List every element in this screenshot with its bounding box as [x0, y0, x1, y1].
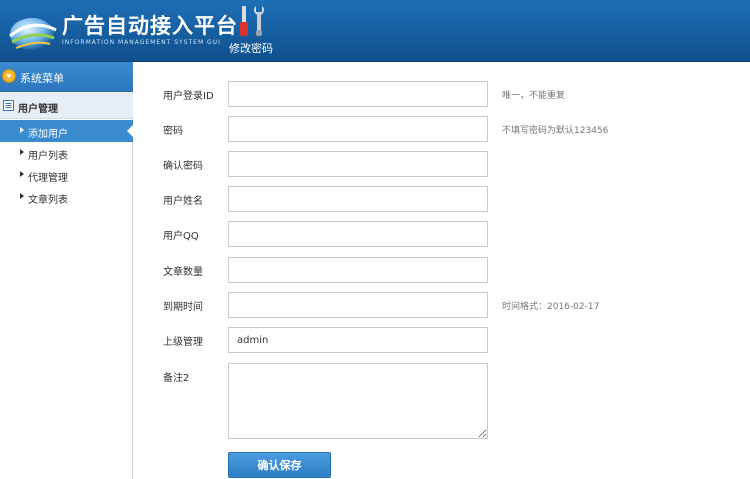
form-row-password: 密码 不填写密码为默认123456: [163, 116, 723, 142]
article-count-input[interactable]: [228, 257, 488, 283]
app-window: 广告自动接入平台 INFORMATION MANAGEMENT SYSTEM G…: [0, 0, 750, 479]
confirm-save-button[interactable]: 确认保存: [228, 452, 331, 478]
chevron-down-icon: [2, 69, 16, 83]
change-password-button[interactable]: 修改密码: [228, 4, 274, 55]
expiry-date-input[interactable]: [228, 292, 488, 318]
parent-admin-label: 上级管理: [163, 337, 203, 348]
sidebar-item-user-list[interactable]: 用户列表: [0, 142, 133, 164]
password-input[interactable]: [228, 116, 488, 142]
caret-right-icon: [20, 127, 24, 133]
remarks-textarea[interactable]: [228, 363, 488, 439]
sidebar-item-label: 代理管理: [28, 173, 68, 184]
login-id-label: 用户登录ID: [163, 91, 214, 102]
form-row-login-id: 用户登录ID 唯一，不能重复: [163, 81, 723, 107]
parent-admin-input[interactable]: [228, 327, 488, 353]
remarks-label: 备注2: [163, 373, 190, 384]
form-row-user-name: 用户姓名: [163, 186, 723, 212]
tools-icon: [240, 6, 264, 36]
form-row-expiry-date: 到期时间 时间格式：2016-02-17: [163, 292, 723, 318]
form-row-parent-admin: 上级管理: [163, 327, 723, 353]
caret-right-icon: [20, 171, 24, 177]
user-name-input[interactable]: [228, 186, 488, 212]
caret-right-icon: [20, 149, 24, 155]
sidebar-item-label: 用户列表: [28, 151, 68, 162]
form-row-user-qq: 用户QQ: [163, 221, 723, 247]
login-id-hint: 唯一，不能重复: [502, 91, 566, 101]
header-bar: 广告自动接入平台 INFORMATION MANAGEMENT SYSTEM G…: [0, 0, 750, 62]
expiry-date-label: 到期时间: [163, 302, 203, 313]
expiry-date-hint: 时间格式：2016-02-17: [502, 302, 600, 312]
caret-right-icon: [20, 193, 24, 199]
sidebar-item-article-list[interactable]: 文章列表: [0, 186, 133, 208]
sidebar: 系统菜单 用户管理 添加用户 用户列表 代理管理 文章列表: [0, 62, 134, 479]
app-title: 广告自动接入平台: [62, 14, 238, 38]
system-menu-header[interactable]: 系统菜单: [0, 62, 133, 92]
password-hint: 不填写密码为默认123456: [502, 126, 609, 136]
user-management-label: 用户管理: [18, 104, 58, 115]
app-subtitle: INFORMATION MANAGEMENT SYSTEM GUI: [62, 39, 221, 46]
active-indicator: [127, 124, 134, 138]
sidebar-item-label: 文章列表: [28, 195, 68, 206]
list-icon: [3, 100, 14, 111]
change-password-label: 修改密码: [229, 42, 273, 55]
system-menu-label: 系统菜单: [20, 72, 64, 85]
form-row-confirm-password: 确认密码: [163, 151, 723, 177]
form-row-article-count: 文章数量: [163, 257, 723, 283]
user-qq-input[interactable]: [228, 221, 488, 247]
user-name-label: 用户姓名: [163, 196, 203, 207]
user-qq-label: 用户QQ: [163, 231, 199, 242]
sidebar-item-agent-management[interactable]: 代理管理: [0, 164, 133, 186]
confirm-password-input[interactable]: [228, 151, 488, 177]
article-count-label: 文章数量: [163, 267, 203, 278]
sidebar-item-add-user[interactable]: 添加用户: [0, 120, 134, 142]
password-label: 密码: [163, 126, 183, 137]
sidebar-item-label: 添加用户: [28, 129, 68, 140]
logo-globe-icon: [9, 18, 57, 50]
login-id-input[interactable]: [228, 81, 488, 107]
form-row-remarks: 备注2: [163, 363, 723, 439]
confirm-password-label: 确认密码: [163, 161, 203, 172]
user-management-group[interactable]: 用户管理: [0, 93, 133, 119]
